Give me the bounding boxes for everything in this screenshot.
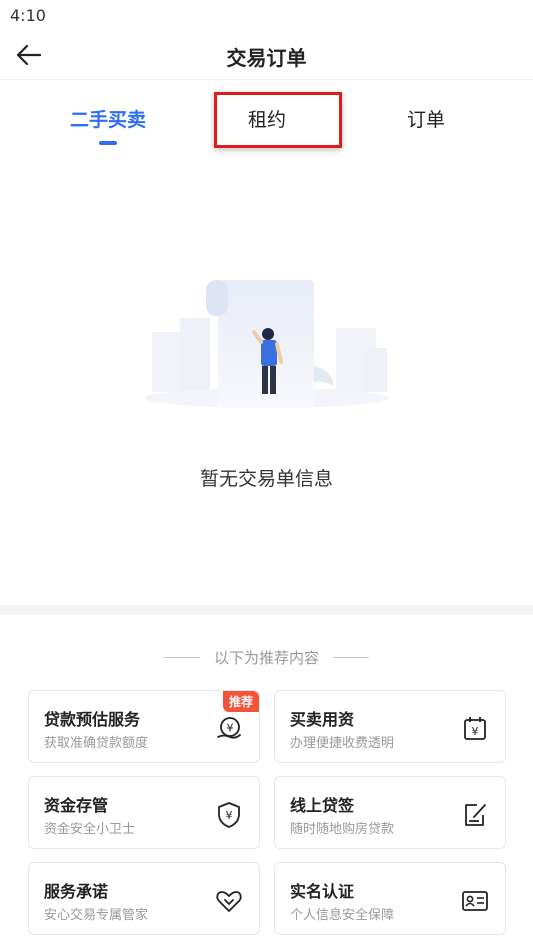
loan-coin-icon: ¥ bbox=[217, 717, 241, 739]
tab-second-hand[interactable]: 二手买卖 bbox=[48, 92, 168, 144]
svg-text:¥: ¥ bbox=[227, 722, 234, 735]
calendar-yen-icon: ¥ bbox=[464, 717, 486, 740]
card-trade-funds[interactable]: 买卖用资 办理便捷收费透明 ¥ bbox=[274, 690, 506, 763]
card-title: 实名认证 bbox=[290, 882, 355, 901]
recommend-title: 以下为推荐内容 bbox=[213, 648, 319, 667]
tab-lease[interactable]: 租约 bbox=[207, 92, 327, 144]
status-time: 4:10 bbox=[10, 6, 46, 25]
card-subtitle: 安心交易专属管家 bbox=[44, 908, 149, 923]
recommend-header: 以下为推荐内容 bbox=[0, 645, 533, 669]
empty-state-illustration bbox=[145, 280, 389, 408]
heart-icon bbox=[216, 891, 242, 912]
card-title: 服务承诺 bbox=[44, 882, 109, 901]
id-card-icon bbox=[462, 891, 488, 911]
empty-state-message: 暂无交易单信息 bbox=[199, 468, 333, 490]
card-subtitle: 随时随地购房贷款 bbox=[290, 822, 395, 837]
divider-line-right bbox=[333, 656, 369, 658]
card-title: 资金存管 bbox=[44, 796, 109, 815]
svg-text:¥: ¥ bbox=[226, 809, 233, 822]
card-subtitle: 个人信息安全保障 bbox=[290, 908, 395, 923]
card-title: 贷款预估服务 bbox=[44, 710, 141, 729]
card-subtitle: 获取准确贷款额度 bbox=[44, 736, 149, 751]
active-tab-indicator bbox=[99, 141, 117, 145]
card-title: 买卖用资 bbox=[290, 710, 355, 729]
status-bar: 4:10 bbox=[0, 0, 533, 32]
shield-yen-icon: ¥ bbox=[218, 802, 240, 828]
card-service-promise[interactable]: 服务承诺 安心交易专属管家 bbox=[28, 862, 260, 935]
card-title: 线上贷签 bbox=[290, 796, 355, 815]
card-online-loan-sign[interactable]: 线上贷签 随时随地购房贷款 bbox=[274, 776, 506, 849]
tab-bar: 二手买卖 租约 订单 bbox=[0, 92, 533, 152]
card-real-name-auth[interactable]: 实名认证 个人信息安全保障 bbox=[274, 862, 506, 935]
card-subtitle: 办理便捷收费透明 bbox=[290, 736, 395, 751]
card-fund-custody[interactable]: 资金存管 资金安全小卫士 ¥ bbox=[28, 776, 260, 849]
card-subtitle: 资金安全小卫士 bbox=[44, 822, 136, 837]
card-loan-estimate[interactable]: 贷款预估服务 获取准确贷款额度 推荐 ¥ bbox=[28, 690, 260, 763]
section-divider bbox=[0, 605, 533, 615]
page-title: 交易订单 bbox=[226, 46, 307, 70]
nav-bar: 交易订单 bbox=[0, 32, 533, 80]
svg-text:¥: ¥ bbox=[472, 725, 479, 738]
divider-line-left bbox=[163, 656, 200, 658]
tab-orders[interactable]: 订单 bbox=[366, 92, 486, 144]
recommend-badge: 推荐 bbox=[222, 691, 259, 712]
sign-document-icon bbox=[465, 804, 486, 826]
